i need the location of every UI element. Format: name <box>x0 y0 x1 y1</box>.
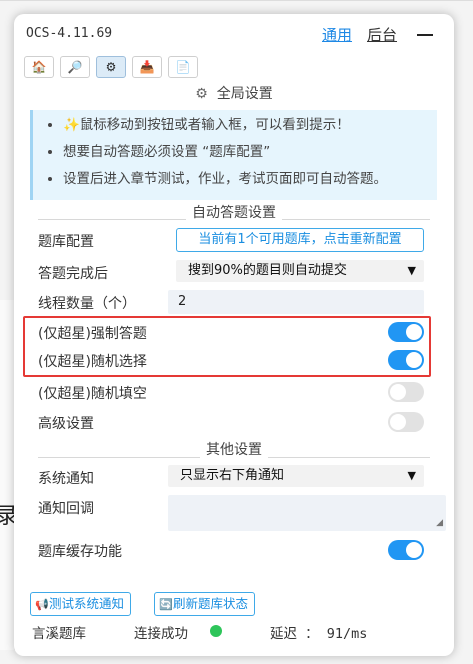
notify-row: 系统通知 只显示右下角通知 ▼ <box>38 465 424 491</box>
document-icon: 📄 <box>175 60 191 74</box>
megaphone-icon: 📢 <box>35 598 49 611</box>
tab-settings[interactable]: ⚙ <box>96 56 126 78</box>
tab-import[interactable]: 📥 <box>132 56 162 78</box>
nav-backend-link[interactable]: 后台 <box>367 24 397 45</box>
nav-general-link[interactable]: 通用 <box>322 24 352 45</box>
refresh-bank-status-button[interactable]: 🔄刷新题库状态 <box>154 592 256 616</box>
other-settings-title: 其他设置 <box>14 439 454 459</box>
minimize-icon[interactable] <box>417 34 433 36</box>
bank-name: 言溪题库 <box>32 626 86 642</box>
thread-count-input[interactable]: 2 <box>168 290 424 314</box>
auto-answer-settings-title: 自动答题设置 <box>14 202 454 222</box>
bank-config-label: 题库配置 <box>38 234 94 250</box>
thread-count-label: 线程数量（个） <box>38 296 136 312</box>
notify-callback-textarea[interactable]: ◢ <box>168 495 446 531</box>
tab-home[interactable]: 🏠 <box>24 56 54 78</box>
latency-readout: 延迟 ： 91/ms <box>270 626 368 642</box>
notify-value: 只显示右下角通知 <box>180 468 285 483</box>
advanced-settings-label: 高级设置 <box>38 416 94 432</box>
bank-config-row: 题库配置 当前有1个可用题库，点击重新配置 <box>38 228 424 254</box>
status-ok-icon <box>210 625 222 637</box>
random-fill-label: (仅超星)随机填空 <box>38 386 147 402</box>
tab-search[interactable]: 🔎 <box>60 56 90 78</box>
notify-label: 系统通知 <box>38 471 94 487</box>
force-answer-toggle[interactable] <box>388 322 424 342</box>
random-select-label: (仅超星)随机选择 <box>38 354 147 370</box>
global-settings-title: ⚙ 全局设置 <box>195 86 273 102</box>
notify-callback-label: 通知回调 <box>38 501 94 517</box>
chevron-down-icon: ▼ <box>407 469 416 482</box>
finish-action-row: 答题完成后 搜到90%的题目则自动提交 ▼ <box>38 260 424 286</box>
random-select-row: (仅超星)随机选择 <box>38 348 424 374</box>
ocs-settings-panel: OCS-4.11.69 通用 后台 🏠 🔎 ⚙ 📥 📄 ⚙ 全局设置 ✨鼠标移动… <box>14 14 454 656</box>
tab-document[interactable]: 📄 <box>168 56 198 78</box>
tip-item: ✨鼠标移动到按钮或者输入框，可以看到提示！ <box>63 112 437 139</box>
chevron-down-icon: ▼ <box>407 264 416 277</box>
notify-callback-row: 通知回调 ◢ <box>38 495 446 535</box>
random-select-toggle[interactable] <box>388 350 424 370</box>
page-divider <box>0 0 473 1</box>
background-page-edge <box>0 300 15 650</box>
advanced-settings-row: 高级设置 <box>38 410 424 436</box>
panel-header: OCS-4.11.69 通用 后台 <box>26 24 442 46</box>
advanced-settings-toggle[interactable] <box>388 412 424 432</box>
random-fill-toggle[interactable] <box>388 382 424 402</box>
home-icon: 🏠 <box>31 60 47 74</box>
notify-select[interactable]: 只显示右下角通知 ▼ <box>168 465 424 487</box>
tips-box: ✨鼠标移动到按钮或者输入框，可以看到提示！ 想要自动答题必须设置 “题库配置” … <box>30 110 437 200</box>
bank-cache-label: 题库缓存功能 <box>38 544 122 560</box>
tip-item: 想要自动答题必须设置 “题库配置” <box>63 139 437 166</box>
inbox-tray-icon: 📥 <box>139 60 155 74</box>
gear-icon: ⚙ <box>105 60 117 74</box>
random-fill-row: (仅超星)随机填空 <box>38 380 424 406</box>
test-notify-button[interactable]: 📢测试系统通知 <box>30 592 132 616</box>
bank-config-button[interactable]: 当前有1个可用题库，点击重新配置 <box>176 228 424 252</box>
tip-item: 设置后进入章节测试，作业，考试页面即可自动答题。 <box>63 166 437 193</box>
bank-cache-row: 题库缓存功能 <box>38 538 424 564</box>
finish-action-label: 答题完成后 <box>38 266 108 282</box>
refresh-icon: 🔄 <box>159 598 173 611</box>
bank-cache-toggle[interactable] <box>388 540 424 560</box>
app-title: OCS-4.11.69 <box>26 26 113 41</box>
search-icon: 🔎 <box>67 60 83 74</box>
finish-action-select[interactable]: 搜到90%的题目则自动提交 ▼ <box>176 260 424 282</box>
gear-icon: ⚙ <box>195 86 208 102</box>
force-answer-label: (仅超星)强制答题 <box>38 326 147 342</box>
thread-count-row: 线程数量（个） 2 <box>38 290 424 316</box>
resize-handle-icon[interactable]: ◢ <box>436 518 443 528</box>
finish-action-value: 搜到90%的题目则自动提交 <box>188 263 347 278</box>
connection-status: 连接成功 <box>134 626 188 642</box>
force-answer-row: (仅超星)强制答题 <box>38 320 424 346</box>
